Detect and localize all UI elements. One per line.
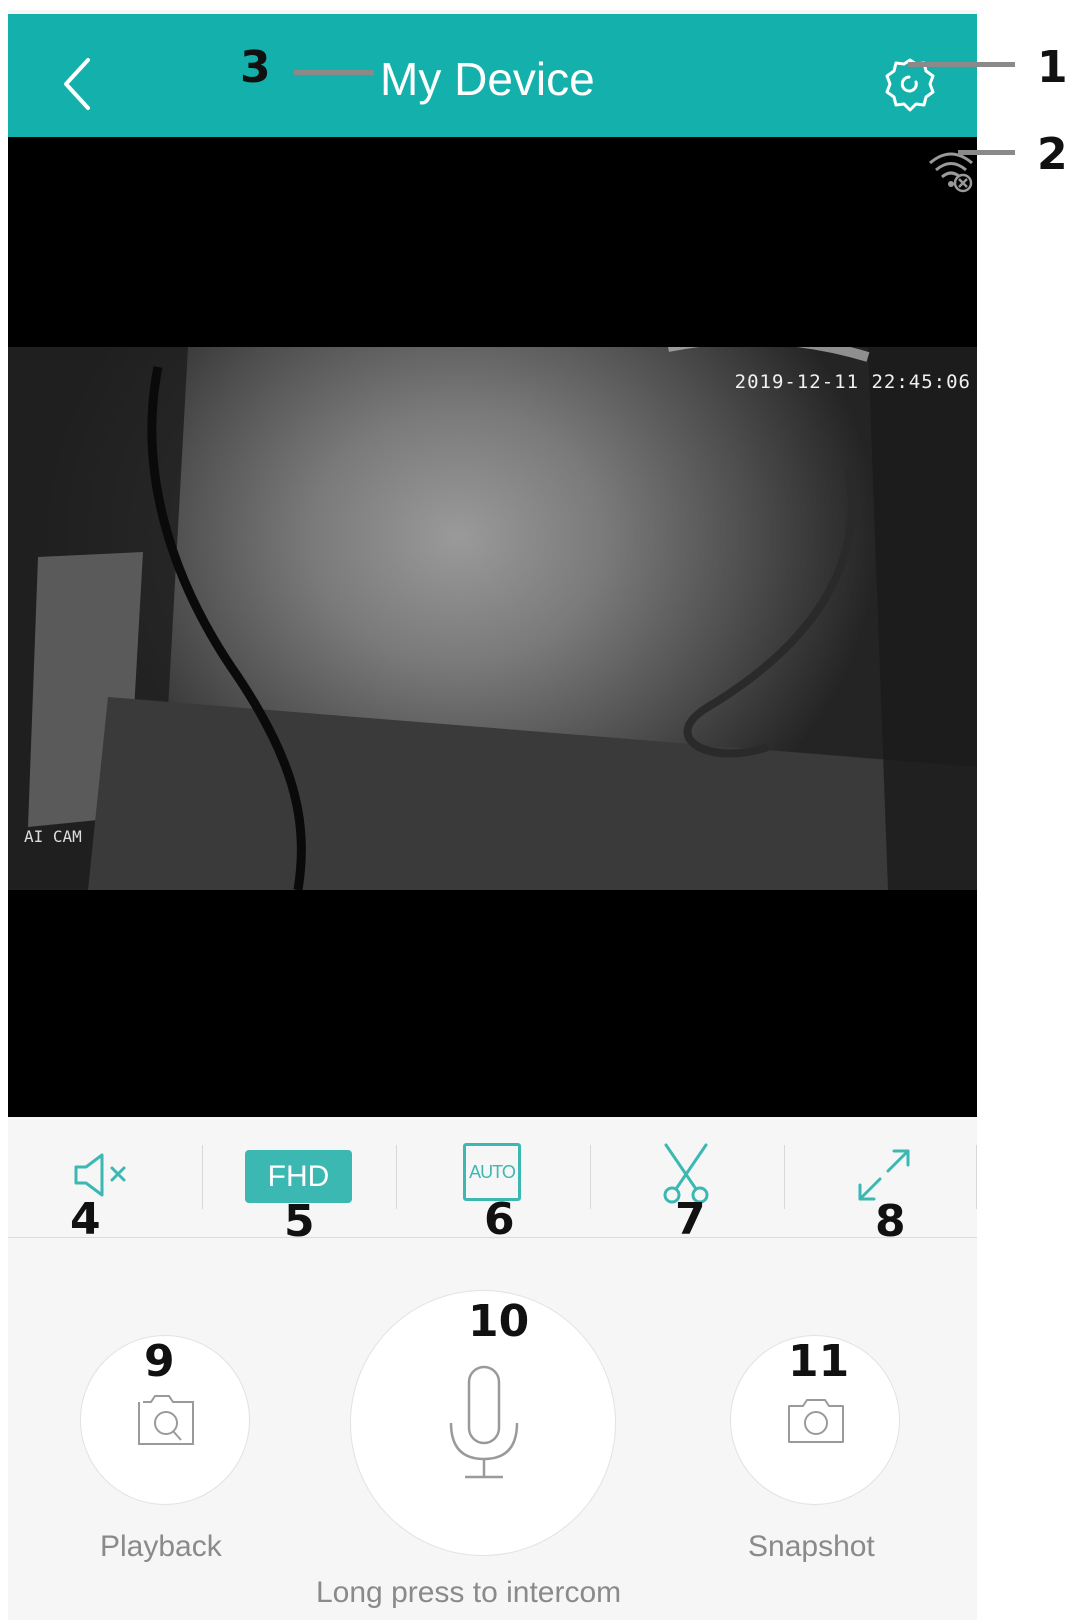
- callout-3: 3: [240, 42, 271, 93]
- callout-4: 4: [70, 1194, 101, 1245]
- callout-7: 7: [675, 1194, 706, 1245]
- chevron-left-icon[interactable]: [58, 54, 98, 114]
- camera-icon: [788, 1399, 844, 1443]
- auto-mode-button[interactable]: AUTO: [463, 1143, 521, 1201]
- callout-leader: [958, 150, 1015, 155]
- camera-scene: [8, 347, 977, 890]
- video-timestamp: 2019-12-11 22:45:06: [734, 371, 971, 393]
- camera-label: AI CAM: [24, 827, 82, 846]
- snapshot-label: Snapshot: [748, 1530, 875, 1563]
- playback-label: Playback: [100, 1530, 222, 1563]
- page-title: My Device: [380, 53, 595, 105]
- microphone-icon: [449, 1365, 519, 1479]
- speaker-muted-icon: [74, 1153, 126, 1197]
- callout-6: 6: [484, 1194, 515, 1245]
- camera-feed: 2019-12-11 22:45:06 AI CAM: [8, 347, 977, 890]
- callout-2: 2: [1037, 129, 1068, 180]
- divider: [202, 1145, 203, 1209]
- callout-8: 8: [875, 1196, 906, 1247]
- callout-11: 11: [788, 1336, 850, 1387]
- app-header: My Device: [8, 14, 977, 137]
- video-viewport[interactable]: 2019-12-11 22:45:06 AI CAM: [8, 137, 977, 1117]
- photo-album-icon: [138, 1395, 194, 1445]
- callout-5: 5: [284, 1196, 315, 1247]
- intercom-label: Long press to intercom: [316, 1576, 622, 1609]
- callout-leader: [294, 70, 374, 75]
- callout-10: 10: [468, 1296, 530, 1347]
- mute-button[interactable]: [8, 1117, 202, 1237]
- callout-9: 9: [144, 1336, 175, 1387]
- callout-leader: [908, 62, 1015, 67]
- divider: [976, 1145, 977, 1209]
- divider: [396, 1145, 397, 1209]
- callout-1: 1: [1037, 42, 1068, 93]
